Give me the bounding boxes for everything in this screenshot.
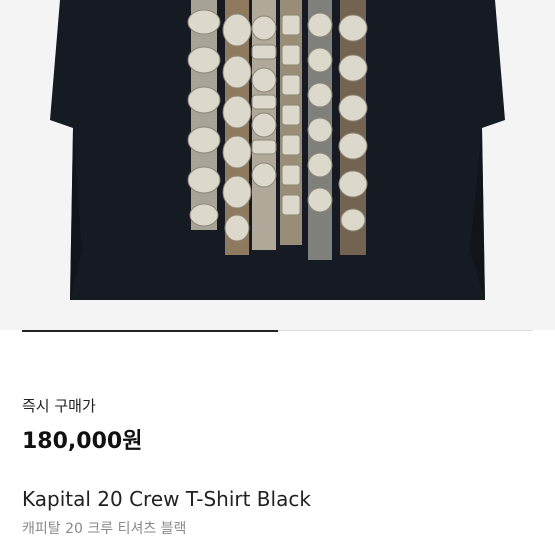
image-pager-indicator — [22, 330, 533, 332]
pager-progress-fill — [22, 330, 278, 332]
product-photo[interactable] — [0, 0, 555, 330]
tshirt-illustration — [0, 0, 555, 330]
product-subtitle: 캐피탈 20 크루 티셔츠 블랙 — [22, 521, 187, 537]
product-title: Kapital 20 Crew T-Shirt Black — [22, 487, 311, 511]
price-label: 즉시 구매가 — [22, 397, 96, 415]
price-value: 180,000원 — [22, 429, 143, 454]
